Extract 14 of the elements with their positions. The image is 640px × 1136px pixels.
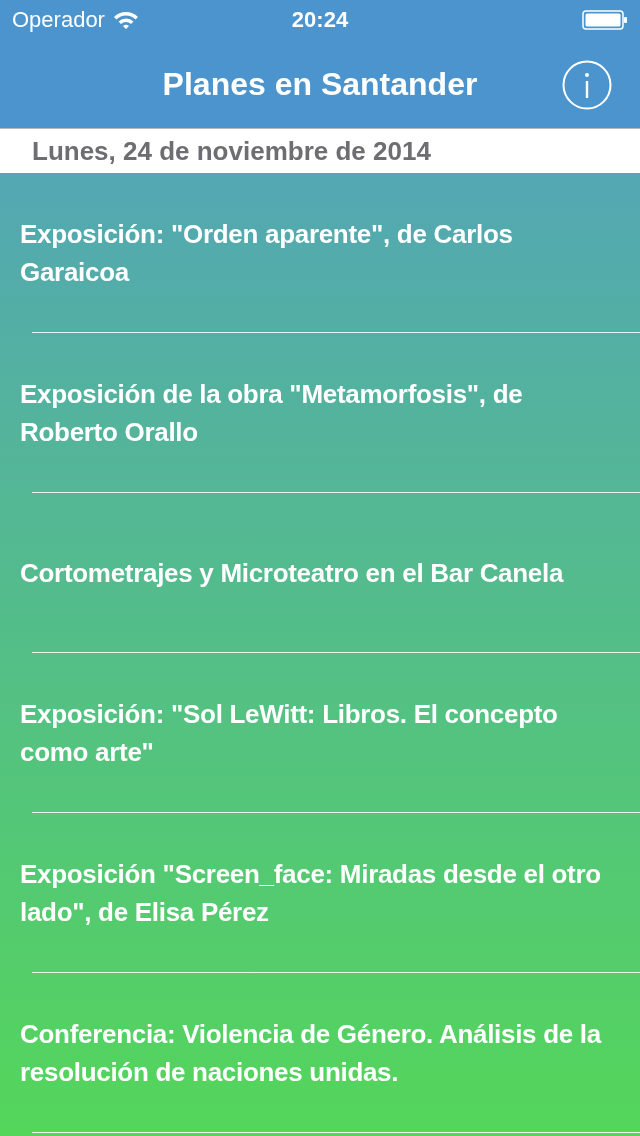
wifi-icon bbox=[112, 10, 139, 30]
battery-icon bbox=[582, 10, 628, 30]
event-title[interactable]: Exposición: "Sol LeWitt: Libros. El concepto como arte" bbox=[20, 694, 624, 771]
event-title[interactable]: Cortometrajes y Microteatro en el Bar Canela bbox=[20, 553, 564, 592]
event-title[interactable]: Exposición: "Orden aparente", de Carlos Garaicoa bbox=[20, 214, 624, 291]
clock-time: 20:24 bbox=[291, 7, 349, 32]
event-title[interactable]: Conferencia: Violencia de Género. Análisis de la resolución de naciones unidas. bbox=[20, 1014, 624, 1091]
screen-title: Planes en Santander bbox=[162, 65, 478, 103]
event-title[interactable]: Exposición "Screen_face: Miradas desde el otro lado", de Elisa Pérez bbox=[20, 854, 624, 931]
info-button[interactable] bbox=[562, 60, 612, 110]
date-label: Lunes, 24 de noviembre de 2014 bbox=[32, 135, 431, 167]
carrier-name: Operador bbox=[12, 7, 105, 33]
event-title[interactable]: Exposición de la obra "Metamorfosis", de Roberto Orallo bbox=[20, 374, 624, 451]
info-icon bbox=[562, 60, 612, 110]
